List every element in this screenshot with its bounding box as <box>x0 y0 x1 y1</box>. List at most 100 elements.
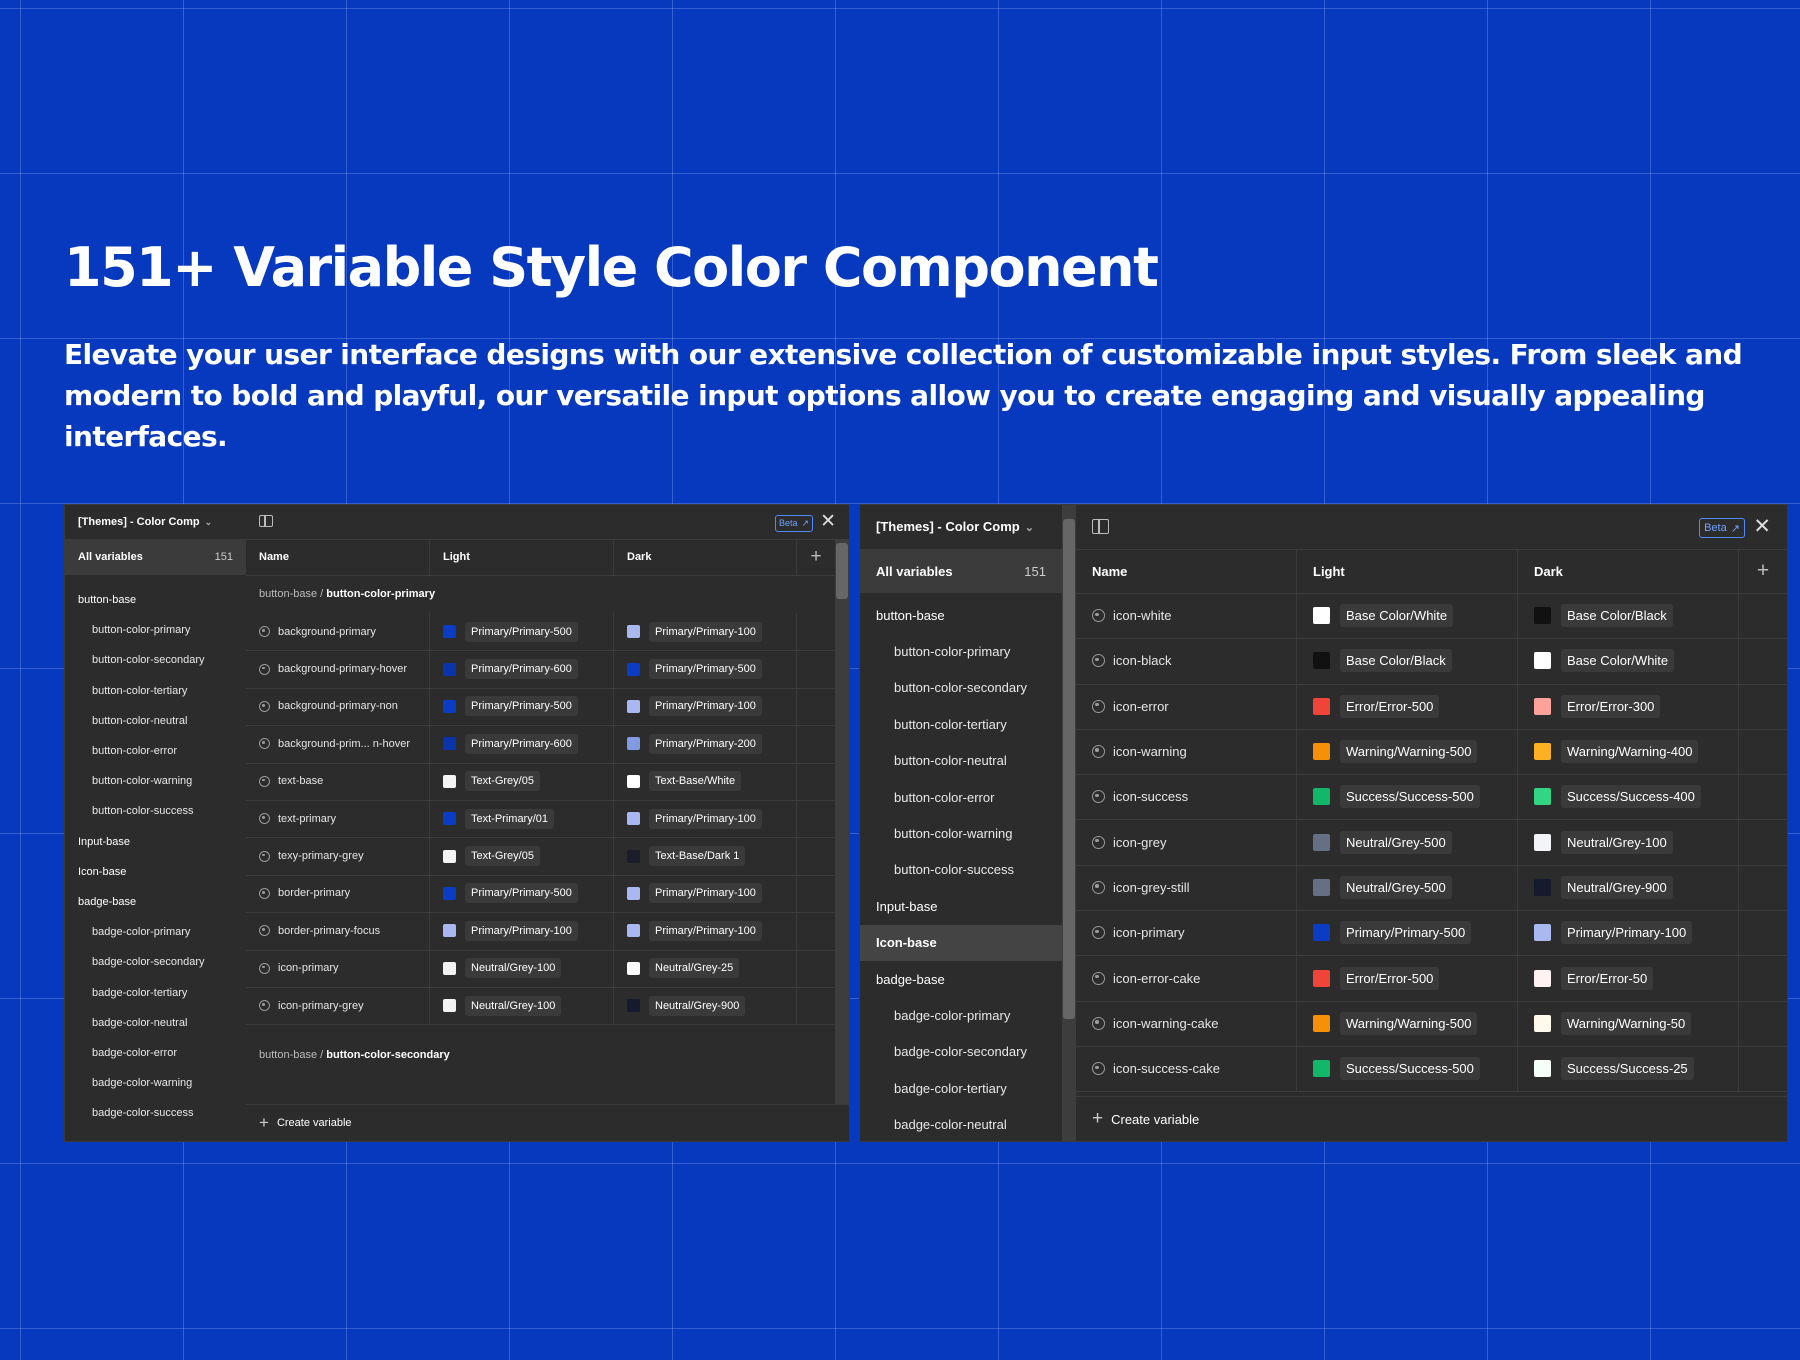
sidebar-item[interactable]: badge-color-tertiary <box>860 1070 1062 1106</box>
name-cell[interactable]: icon-primary <box>1076 910 1297 956</box>
name-cell[interactable]: icon-grey-still <box>1076 864 1297 911</box>
table-row[interactable]: icon-primary-grey Neutral/Grey-100 Neutral… <box>246 987 849 1026</box>
alias-chip[interactable]: Base Color/White <box>1561 649 1675 673</box>
alias-chip[interactable]: Warning/Warning-400 <box>1561 740 1699 764</box>
table-row[interactable]: background-primary-non Primary/Primary-50… <box>246 687 849 727</box>
alias-chip[interactable]: Error/Error-50 <box>1561 966 1654 990</box>
light-value-cell[interactable]: Success/Success-500 <box>1297 774 1518 820</box>
dark-value-cell[interactable]: Base Color/Black <box>1518 593 1739 639</box>
sidebar-item[interactable]: button-color-neutral <box>860 743 1062 779</box>
sidebar-scrollbar[interactable] <box>1062 505 1076 1141</box>
table-scrollbar[interactable] <box>835 539 849 1105</box>
add-mode-icon[interactable]: + <box>1739 549 1787 593</box>
alias-chip[interactable]: Base Color/White <box>1340 604 1454 628</box>
alias-chip[interactable]: Neutral/Grey-100 <box>465 958 562 979</box>
sidebar-item[interactable]: badge-color-success <box>65 1098 246 1128</box>
name-cell[interactable]: icon-warning <box>1076 728 1297 775</box>
light-value-cell[interactable]: Base Color/White <box>1297 593 1518 639</box>
dark-value-cell[interactable]: Primary/Primary-100 <box>614 687 797 726</box>
name-cell[interactable]: background-primary <box>246 613 430 651</box>
table-row[interactable]: border-primary-focus Primary/Primary-100 P… <box>246 912 849 951</box>
light-value-cell[interactable]: Neutral/Grey-100 <box>430 987 614 1025</box>
alias-chip[interactable]: Primary/Primary-100 <box>1561 921 1693 945</box>
table-row[interactable]: icon-success Success/Success-500 Success/S… <box>1076 774 1787 821</box>
light-value-cell[interactable]: Warning/Warning-500 <box>1297 1000 1518 1046</box>
dark-value-cell[interactable]: Primary/Primary-100 <box>614 800 797 838</box>
name-cell[interactable]: background-primary-hover <box>246 650 430 688</box>
dark-value-cell[interactable]: Warning/Warning-400 <box>1518 728 1739 775</box>
sidebar-toggle-icon[interactable] <box>1092 518 1109 534</box>
sidebar-item[interactable]: badge-color-primary <box>65 917 246 947</box>
alias-chip[interactable]: Primary/Primary-100 <box>649 696 762 717</box>
table-row[interactable]: icon-warning Warning/Warning-500 Warning/W… <box>1076 728 1787 776</box>
table-row[interactable]: icon-grey Neutral/Grey-500 Neutral/Grey-10… <box>1076 819 1787 866</box>
sidebar-item[interactable]: button-color-error <box>65 736 246 766</box>
sidebar-item[interactable]: Icon-base <box>65 857 246 887</box>
light-value-cell[interactable]: Primary/Primary-600 <box>430 650 614 688</box>
alias-chip[interactable]: Success/Success-400 <box>1561 785 1701 809</box>
light-value-cell[interactable]: Primary/Primary-500 <box>430 687 614 726</box>
table-row[interactable]: background-primary Primary/Primary-500 Pri… <box>246 613 849 652</box>
table-row[interactable]: text-primary Text-Primary/01 Primary/Prima… <box>246 800 849 839</box>
sidebar-item[interactable]: Input-base <box>65 827 246 857</box>
table-row[interactable]: icon-black Base Color/Black Base Color/Whi… <box>1076 638 1787 685</box>
sidebar-item[interactable]: button-color-tertiary <box>860 706 1062 742</box>
sidebar-item[interactable]: button-color-secondary <box>65 645 246 675</box>
sidebar-item[interactable]: badge-color-tertiary <box>65 978 246 1008</box>
table-row[interactable]: texy-primary-grey Text-Grey/05 Text-Base/D… <box>246 837 849 876</box>
close-icon[interactable]: ✕ <box>820 505 836 539</box>
name-cell[interactable]: background-primary-non <box>246 687 430 726</box>
alias-chip[interactable]: Text-Primary/01 <box>465 808 555 829</box>
sidebar-item[interactable]: badge-color-neutral <box>65 1008 246 1038</box>
dark-value-cell[interactable]: Neutral/Grey-25 <box>614 949 797 987</box>
alias-chip[interactable]: Primary/Primary-100 <box>649 808 762 829</box>
create-variable-button[interactable]: + Create variable <box>1076 1096 1787 1141</box>
light-value-cell[interactable]: Neutral/Grey-100 <box>430 949 614 987</box>
sidebar-item[interactable]: badge-base <box>860 961 1062 997</box>
table-row[interactable]: background-primary-hover Primary/Primary-… <box>246 650 849 689</box>
alias-chip[interactable]: Warning/Warning-500 <box>1340 1011 1478 1035</box>
table-row[interactable]: icon-primary Neutral/Grey-100 Neutral/Grey… <box>246 949 849 988</box>
name-cell[interactable]: icon-black <box>1076 638 1297 684</box>
sidebar-item-all-variables[interactable]: All variables 151 <box>65 539 246 575</box>
name-cell[interactable]: icon-success-cake <box>1076 1046 1297 1092</box>
sidebar-item[interactable]: badge-color-primary <box>860 997 1062 1033</box>
alias-chip[interactable]: Neutral/Grey-500 <box>1340 875 1452 899</box>
light-value-cell[interactable]: Neutral/Grey-500 <box>1297 864 1518 911</box>
alias-chip[interactable]: Error/Error-500 <box>1340 966 1440 990</box>
dark-value-cell[interactable]: Primary/Primary-100 <box>1518 910 1739 956</box>
sidebar-item[interactable]: button-color-secondary <box>860 670 1062 706</box>
alias-chip[interactable]: Base Color/Black <box>1561 604 1673 628</box>
light-value-cell[interactable]: Primary/Primary-100 <box>430 912 614 950</box>
sidebar-item[interactable]: button-color-warning <box>860 815 1062 851</box>
scrollbar-thumb[interactable] <box>1063 519 1075 1019</box>
alias-chip[interactable]: Primary/Primary-200 <box>649 733 762 754</box>
light-value-cell[interactable]: Primary/Primary-500 <box>430 874 614 913</box>
dark-value-cell[interactable]: Success/Success-400 <box>1518 774 1739 820</box>
name-cell[interactable]: texy-primary-grey <box>246 837 430 875</box>
create-variable-button[interactable]: + Create variable <box>246 1104 849 1141</box>
sidebar-item[interactable]: button-color-neutral <box>65 706 246 736</box>
alias-chip[interactable]: Neutral/Grey-900 <box>649 995 746 1016</box>
table-row[interactable]: icon-error Error/Error-500 Error/Error-300 <box>1076 683 1787 730</box>
beta-badge[interactable]: Beta ↗ <box>775 514 813 532</box>
alias-chip[interactable]: Base Color/Black <box>1340 649 1452 673</box>
name-cell[interactable]: icon-error-cake <box>1076 955 1297 1001</box>
name-cell[interactable]: border-primary-focus <box>246 912 430 950</box>
light-value-cell[interactable]: Text-Grey/05 <box>430 762 614 800</box>
name-cell[interactable]: icon-primary-grey <box>246 987 430 1025</box>
light-value-cell[interactable]: Text-Primary/01 <box>430 800 614 838</box>
light-value-cell[interactable]: Warning/Warning-500 <box>1297 728 1518 775</box>
alias-chip[interactable]: Error/Error-300 <box>1561 694 1661 718</box>
sidebar-item[interactable]: badge-color-error <box>65 1038 246 1068</box>
name-cell[interactable]: text-primary <box>246 800 430 838</box>
sidebar-item[interactable]: badge-color-secondary <box>860 1034 1062 1070</box>
alias-chip[interactable]: Text-Grey/05 <box>465 771 540 792</box>
sidebar-toggle-icon[interactable] <box>259 515 273 527</box>
close-icon[interactable]: ✕ <box>1753 505 1771 549</box>
dark-value-cell[interactable]: Neutral/Grey-900 <box>1518 864 1739 911</box>
sidebar-item[interactable]: badge-base <box>65 887 246 917</box>
dark-value-cell[interactable]: Primary/Primary-100 <box>614 613 797 651</box>
sidebar-item[interactable]: button-color-success <box>860 852 1062 888</box>
alias-chip[interactable]: Primary/Primary-100 <box>649 920 762 941</box>
